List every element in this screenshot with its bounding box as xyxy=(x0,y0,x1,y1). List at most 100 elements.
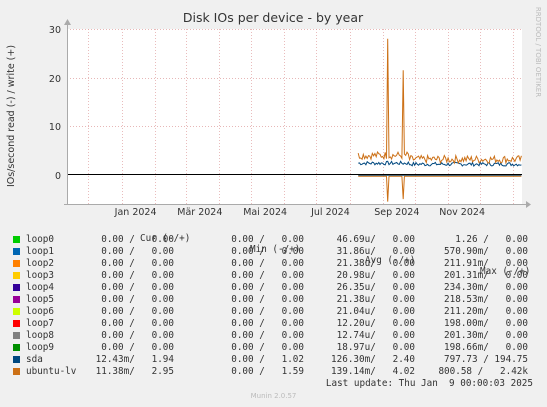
y-tick-label: 20 xyxy=(49,74,61,85)
legend-max: 218.53m/ 0.00 xyxy=(444,294,528,305)
legend-cur: 11.38m/ 2.95 xyxy=(95,366,174,377)
legend-swatch xyxy=(13,284,20,291)
legend-min: 0.00 / 0.00 xyxy=(231,318,304,329)
legend-cur: 0.00 / 0.00 xyxy=(101,318,174,329)
legend-avg: 12.20u/ 0.00 xyxy=(336,318,415,329)
legend-cur: 0.00 / 0.00 xyxy=(101,306,174,317)
chart-title: Disk IOs per device - by year xyxy=(183,10,364,25)
x-tick-label: Sep 2024 xyxy=(374,207,419,218)
legend-name: loop6 xyxy=(26,306,54,317)
legend-row: loop4 0.00 / 0.00 0.00 / 0.00 26.35u/ 0.00 2… xyxy=(10,282,540,294)
x-tick-label: Nov 2024 xyxy=(439,207,485,218)
legend-max: 198.66m/ 0.00 xyxy=(444,342,528,353)
legend-cur: 0.00 / 0.00 xyxy=(101,342,174,353)
legend-row: loop1 0.00 / 0.00 0.00 / 0.00 31.86u/ 0.00 5… xyxy=(10,246,540,258)
legend-cur: 0.00 / 0.00 xyxy=(101,270,174,281)
legend-row: loop3 0.00 / 0.00 0.00 / 0.00 20.98u/ 0.00 2… xyxy=(10,270,540,282)
legend-avg: 18.97u/ 0.00 xyxy=(336,342,415,353)
legend-name: loop1 xyxy=(26,246,54,257)
legend-avg: 21.38u/ 0.00 xyxy=(336,258,415,269)
legend-max: 211.20m/ 0.00 xyxy=(444,306,528,317)
legend-min: 0.00 / 0.00 xyxy=(231,246,304,257)
legend-row: loop6 0.00 / 0.00 0.00 / 0.00 21.04u/ 0.00 2… xyxy=(10,306,540,318)
legend-min: 0.00 / 0.00 xyxy=(231,342,304,353)
legend-row: ubuntu-lv 11.38m/ 2.95 0.00 / 1.59 139.14m/… xyxy=(10,366,540,378)
legend-row: loop8 0.00 / 0.00 0.00 / 0.00 12.74u/ 0.00 2… xyxy=(10,330,540,342)
legend-min: 0.00 / 1.59 xyxy=(231,366,304,377)
last-update: Last update: Thu Jan 9 00:00:03 2025 xyxy=(325,378,533,389)
legend-swatch xyxy=(13,236,20,243)
legend-swatch xyxy=(13,296,20,303)
legend-swatch xyxy=(13,260,20,267)
legend-swatch xyxy=(13,344,20,351)
legend-min: 0.00 / 0.00 xyxy=(231,234,304,245)
legend-min: 0.00 / 0.00 xyxy=(231,330,304,341)
legend-avg: 20.98u/ 0.00 xyxy=(336,270,415,281)
legend-max: 800.58 / 2.42k xyxy=(438,366,528,377)
legend-name: ubuntu-lv xyxy=(26,366,77,377)
legend-max: 201.31m/ 0.00 xyxy=(444,270,528,281)
legend-cur: 0.00 / 0.00 xyxy=(101,294,174,305)
legend-row: loop9 0.00 / 0.00 0.00 / 0.00 18.97u/ 0.00 1… xyxy=(10,342,540,354)
legend-max: 1.26 / 0.00 xyxy=(455,234,528,245)
legend-name: loop0 xyxy=(26,234,54,245)
legend-row: sda 12.43m/ 1.94 0.00 / 1.02 126.30m/ 2.40 7… xyxy=(10,354,540,366)
legend-avg: 26.35u/ 0.00 xyxy=(336,282,415,293)
legend-name: loop4 xyxy=(26,282,54,293)
legend-row: loop2 0.00 / 0.00 0.00 / 0.00 21.38u/ 0.00 2… xyxy=(10,258,540,270)
y-tick-label: 0 xyxy=(55,171,61,182)
legend-swatch xyxy=(13,332,20,339)
legend-swatch xyxy=(13,368,20,375)
legend-avg: 31.86u/ 0.00 xyxy=(336,246,415,257)
legend-max: 201.30m/ 0.00 xyxy=(444,330,528,341)
legend-cur: 0.00 / 0.00 xyxy=(101,246,174,257)
x-tick-label: Jan 2024 xyxy=(114,207,157,218)
legend-swatch xyxy=(13,308,20,315)
legend-name: loop3 xyxy=(26,270,54,281)
legend-max: 797.73 / 194.75 xyxy=(444,354,528,365)
legend-table: Cur (-/+) Min (-/+) Avg (-/+) Max (-/+) … xyxy=(10,222,540,378)
legend-min: 0.00 / 0.00 xyxy=(231,258,304,269)
legend-min: 0.00 / 0.00 xyxy=(231,306,304,317)
legend-min: 0.00 / 0.00 xyxy=(231,270,304,281)
legend-avg: 21.38u/ 0.00 xyxy=(336,294,415,305)
legend-max: 570.90m/ 0.00 xyxy=(444,246,528,257)
legend-max: 234.30m/ 0.00 xyxy=(444,282,528,293)
legend-swatch xyxy=(13,320,20,327)
legend-swatch xyxy=(13,272,20,279)
legend-cur: 0.00 / 0.00 xyxy=(101,234,174,245)
y-tick-label: 10 xyxy=(49,122,61,133)
x-tick-label: Jul 2024 xyxy=(310,207,350,218)
legend-cur: 0.00 / 0.00 xyxy=(101,330,174,341)
disk-io-chart: 0 10 20 30 Jan 2024 Mär 2024 Mai 2024 Jul 2024 S… xyxy=(0,0,547,222)
legend-avg: 46.69u/ 0.00 xyxy=(336,234,415,245)
legend-row: loop7 0.00 / 0.00 0.00 / 0.00 12.20u/ 0.00 1… xyxy=(10,318,540,330)
legend-name: loop7 xyxy=(26,318,54,329)
legend-max: 198.00m/ 0.00 xyxy=(444,318,528,329)
legend-max: 211.91m/ 0.00 xyxy=(444,258,528,269)
x-tick-label: Mär 2024 xyxy=(177,207,222,218)
y-axis-label: IOs/second read (-) / write (+) xyxy=(6,45,17,187)
legend-name: sda xyxy=(26,354,43,365)
legend-avg: 139.14m/ 4.02 xyxy=(331,366,415,377)
legend-cur: 0.00 / 0.00 xyxy=(101,282,174,293)
legend-min: 0.00 / 1.02 xyxy=(231,354,304,365)
legend-row: loop0 0.00 / 0.00 0.00 / 0.00 46.69u/ 0.00 1… xyxy=(10,234,540,246)
munin-version: Munin 2.0.57 xyxy=(250,392,297,400)
legend-header-row: Cur (-/+) Min (-/+) Avg (-/+) Max (-/+) xyxy=(10,222,540,277)
x-tick-label: Mai 2024 xyxy=(243,207,287,218)
rrdtool-credit: RRDTOOL / TOBI OETIKER xyxy=(534,7,542,97)
legend-name: loop9 xyxy=(26,342,54,353)
legend-swatch xyxy=(13,356,20,363)
legend-avg: 126.30m/ 2.40 xyxy=(331,354,415,365)
plot-area xyxy=(67,29,522,204)
legend-min: 0.00 / 0.00 xyxy=(231,282,304,293)
y-tick-label: 30 xyxy=(49,25,61,36)
legend-swatch xyxy=(13,248,20,255)
legend-row: loop5 0.00 / 0.00 0.00 / 0.00 21.38u/ 0.00 2… xyxy=(10,294,540,306)
legend-min: 0.00 / 0.00 xyxy=(231,294,304,305)
legend-avg: 12.74u/ 0.00 xyxy=(336,330,415,341)
legend-cur: 12.43m/ 1.94 xyxy=(95,354,174,365)
legend-name: loop2 xyxy=(26,258,54,269)
legend-avg: 21.04u/ 0.00 xyxy=(336,306,415,317)
